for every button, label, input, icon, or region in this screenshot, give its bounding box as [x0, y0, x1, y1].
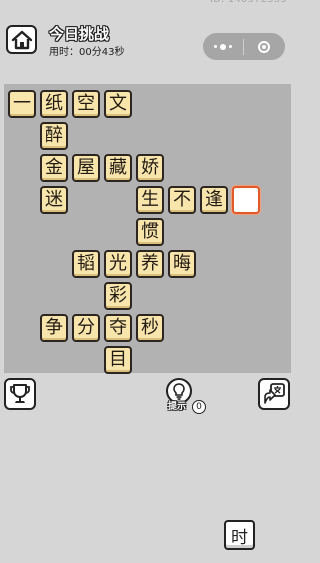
- share-icon: [264, 383, 285, 404]
- home-icon: [11, 30, 32, 49]
- puzzle-board: 一 纸 空 文 醉 金 屋 藏 娇 迷 生 不 逢 惯 韬 光 养 晦 彩 争 …: [4, 84, 291, 374]
- close-target-icon: [258, 40, 270, 53]
- trophy-button[interactable]: [4, 378, 36, 410]
- board-cell[interactable]: 目: [104, 346, 132, 374]
- lightbulb-icon: [173, 383, 185, 400]
- board-cell[interactable]: 争: [40, 314, 68, 342]
- board-cell[interactable]: 藏: [104, 154, 132, 182]
- board-cell[interactable]: 秒: [136, 314, 164, 342]
- empty-answer-cell[interactable]: [232, 186, 260, 214]
- share-button[interactable]: [258, 378, 290, 410]
- hint-count-badge: 0: [192, 400, 206, 414]
- user-id: ID: 140572535: [210, 0, 287, 5]
- board-cell[interactable]: 逢: [200, 186, 228, 214]
- board-cell[interactable]: 空: [72, 90, 100, 118]
- board-cell[interactable]: 一: [8, 90, 36, 118]
- elapsed-timer: 用时：00分43秒: [49, 47, 125, 58]
- board-cell[interactable]: 醉: [40, 122, 68, 150]
- board-cell[interactable]: 夺: [104, 314, 132, 342]
- board-cell[interactable]: 不: [168, 186, 196, 214]
- board-cell[interactable]: 迷: [40, 186, 68, 214]
- board-cell[interactable]: 分: [72, 314, 100, 342]
- trophy-icon: [10, 384, 30, 403]
- board-cell[interactable]: 养: [136, 250, 164, 278]
- board-cell[interactable]: 金: [40, 154, 68, 182]
- board-cell[interactable]: 娇: [136, 154, 164, 182]
- more-dot-icon: [229, 45, 232, 48]
- board-cell[interactable]: 晦: [168, 250, 196, 278]
- board-cell[interactable]: 光: [104, 250, 132, 278]
- board-cell[interactable]: 惯: [136, 218, 164, 246]
- board-cell[interactable]: 韬: [72, 250, 100, 278]
- time-button[interactable]: 时: [224, 520, 255, 550]
- more-dot-icon: [220, 43, 226, 50]
- board-cell[interactable]: 生: [136, 186, 164, 214]
- board-cell[interactable]: 屋: [72, 154, 100, 182]
- home-button[interactable]: [6, 25, 37, 54]
- board-cell[interactable]: 彩: [104, 282, 132, 310]
- close-miniprogram-button[interactable]: [244, 40, 284, 53]
- board-cell[interactable]: 纸: [40, 90, 68, 118]
- board-cell[interactable]: 文: [104, 90, 132, 118]
- page-title: 今日挑战: [49, 25, 110, 43]
- more-dot-icon: [214, 45, 217, 48]
- hint-button[interactable]: 提示 0: [164, 378, 208, 416]
- more-button[interactable]: [203, 43, 243, 50]
- miniprogram-capsule: [203, 33, 285, 60]
- hint-label: 提示: [168, 402, 187, 412]
